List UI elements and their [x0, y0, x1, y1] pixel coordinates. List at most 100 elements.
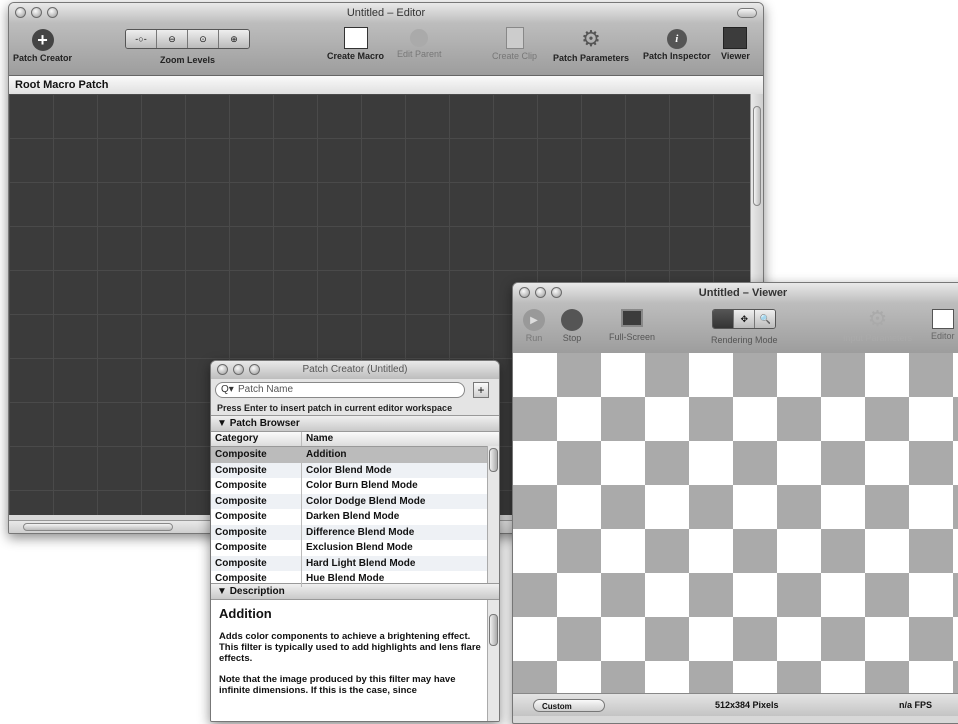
stop-button[interactable]: Stop	[561, 309, 583, 343]
zoom-button[interactable]	[47, 7, 58, 18]
size-popup[interactable]: Custom	[533, 699, 605, 712]
window-controls	[217, 364, 260, 375]
create-clip-label: Create Clip	[492, 51, 538, 61]
column-header-category[interactable]: Category	[211, 432, 302, 446]
patch-browser-label: Patch Browser	[229, 418, 300, 429]
zoom-segmented-control: -○- ⊖ ⊙ ⊕	[125, 29, 250, 49]
stop-icon	[561, 309, 583, 331]
table-row[interactable]: Composite Color Burn Blend Mode	[211, 478, 487, 494]
search-row: Q▾ Patch Name +	[211, 379, 499, 401]
patch-creator-window: Patch Creator (Untitled) Q▾ Patch Name +…	[210, 360, 500, 722]
description-scrollbar[interactable]	[487, 600, 499, 721]
pixel-size-label: 512x384 Pixels	[715, 700, 779, 710]
cell-name: Hue Blend Mode	[306, 573, 385, 584]
cell-category: Composite	[211, 555, 302, 571]
create-macro-button[interactable]: Create Macro	[327, 27, 384, 61]
close-button[interactable]	[15, 7, 26, 18]
create-clip-icon	[505, 27, 524, 49]
minimize-button[interactable]	[233, 364, 244, 375]
full-screen-icon	[621, 309, 643, 327]
editor-toolbar: + Patch Creator -○- ⊖ ⊙ ⊕ Zoom Levels Cr…	[9, 23, 763, 76]
patch-creator-label: Patch Creator	[13, 53, 73, 63]
render-canvas[interactable]	[513, 353, 958, 693]
description-paragraph-2: Note that the image produced by this fil…	[219, 674, 456, 696]
minimize-button[interactable]	[535, 287, 546, 298]
patch-parameters-button[interactable]: ⚙ Patch Parameters	[553, 26, 629, 63]
rendering-mode-control: ✥ 🔍 Rendering Mode	[711, 309, 778, 345]
zoom-in-icon[interactable]: ⊕	[219, 30, 249, 48]
patch-creator-button[interactable]: + Patch Creator	[13, 29, 72, 63]
editor-button[interactable]: Editor	[931, 309, 955, 341]
description-scroll-thumb[interactable]	[489, 614, 498, 646]
window-controls	[519, 287, 562, 298]
table-row[interactable]: Composite Color Blend Mode	[211, 462, 487, 478]
zoom-fit-icon[interactable]: -○-	[126, 30, 157, 48]
patch-browser-header[interactable]: ▼ Patch Browser	[211, 415, 499, 432]
table-row[interactable]: Composite Color Dodge Blend Mode	[211, 493, 487, 509]
cell-name: Difference Blend Mode	[306, 526, 415, 538]
viewer-button[interactable]: Viewer	[721, 27, 750, 61]
stop-label: Stop	[562, 333, 582, 343]
creator-titlebar[interactable]: Patch Creator (Untitled)	[211, 361, 499, 379]
breadcrumb[interactable]: Root Macro Patch	[9, 76, 763, 95]
description-title: Addition	[219, 606, 272, 621]
info-icon: i	[666, 29, 687, 49]
table-row[interactable]: Composite Exclusion Blend Mode	[211, 540, 487, 556]
cell-category: Composite	[211, 524, 302, 540]
table-row[interactable]: Composite Darken Blend Mode	[211, 509, 487, 525]
fps-label: n/a FPS	[899, 700, 933, 710]
editor-titlebar[interactable]: Untitled – Editor	[9, 3, 763, 23]
patch-inspector-button[interactable]: i Patch Inspector	[643, 29, 711, 61]
full-screen-button[interactable]: Full-Screen	[609, 309, 655, 342]
edit-parent-button[interactable]: Edit Parent	[397, 29, 442, 59]
mode-zoom-icon[interactable]: 🔍	[755, 310, 776, 328]
editor-title: Untitled – Editor	[346, 7, 426, 19]
editor-icon	[931, 309, 954, 329]
input-parameters-button[interactable]: ⚙ Input Parameters	[843, 306, 912, 343]
vertical-scroll-thumb[interactable]	[753, 106, 761, 206]
create-clip-button[interactable]: Create Clip	[492, 27, 537, 61]
viewer-titlebar[interactable]: Untitled – Viewer	[513, 283, 958, 303]
column-header-name[interactable]: Name	[302, 432, 333, 446]
run-button[interactable]: ▶ Run	[523, 309, 545, 343]
viewer-window: Untitled – Viewer ▶ Run Stop Full-Screen…	[512, 282, 958, 724]
zoom-button[interactable]	[551, 287, 562, 298]
cell-category: Composite	[211, 478, 302, 494]
zoom-actual-icon[interactable]: ⊙	[188, 30, 219, 48]
table-row[interactable]: Composite Difference Blend Mode	[211, 524, 487, 540]
search-icon: Q▾	[221, 384, 234, 395]
minimize-button[interactable]	[31, 7, 42, 18]
table-row[interactable]: Composite Addition	[211, 447, 487, 463]
cell-name: Color Blend Mode	[306, 464, 392, 476]
table-row[interactable]: Composite Hue Blend Mode	[211, 571, 487, 587]
disclosure-triangle-icon: ▼	[217, 586, 227, 597]
table-scrollbar[interactable]	[487, 446, 499, 583]
table-row[interactable]: Composite Hard Light Blend Mode	[211, 555, 487, 571]
gear-icon: ⚙	[581, 26, 601, 51]
patch-search-input[interactable]: Q▾ Patch Name	[215, 382, 465, 398]
creator-title: Patch Creator (Untitled)	[302, 364, 408, 375]
horizontal-scroll-thumb[interactable]	[23, 523, 173, 531]
run-label: Run	[525, 333, 543, 343]
table-scroll-thumb[interactable]	[489, 448, 498, 472]
table-header: Category Name	[211, 432, 499, 447]
zoom-out-icon[interactable]: ⊖	[157, 30, 188, 48]
create-macro-icon	[343, 27, 368, 49]
cell-category: Composite	[211, 540, 302, 556]
edit-parent-label: Edit Parent	[397, 49, 442, 59]
cell-name: Darken Blend Mode	[306, 511, 400, 522]
cell-name: Addition	[306, 449, 347, 460]
rendering-mode-label: Rendering Mode	[711, 335, 778, 345]
cell-category: Composite	[211, 509, 302, 525]
mode-stretch-icon[interactable]	[713, 310, 735, 328]
description-paragraph-1: Adds color components to achieve a brigh…	[219, 631, 481, 664]
close-button[interactable]	[217, 364, 228, 375]
insert-hint: Press Enter to insert patch in current e…	[217, 403, 453, 413]
cell-name: Hard Light Blend Mode	[306, 557, 416, 569]
mode-move-icon[interactable]: ✥	[734, 310, 756, 328]
table-body: Composite Addition Composite Color Blend Mo…	[211, 447, 499, 587]
close-button[interactable]	[519, 287, 530, 298]
add-patch-button[interactable]: +	[473, 382, 489, 398]
zoom-button[interactable]	[249, 364, 260, 375]
toolbar-toggle-button[interactable]	[737, 8, 757, 18]
